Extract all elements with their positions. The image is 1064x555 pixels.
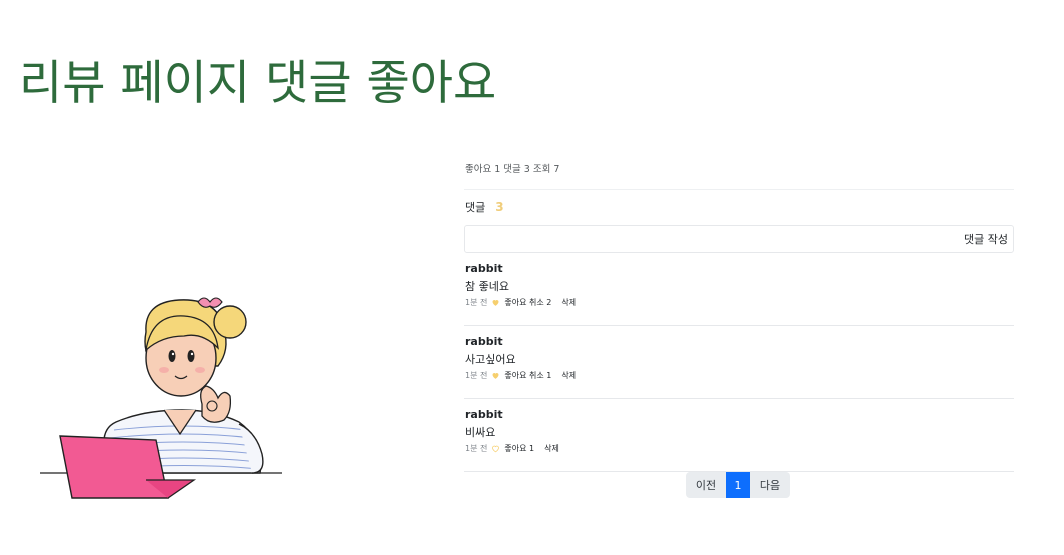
comment-meta: 1분 전 좋아요 취소 1 삭제 <box>465 370 576 381</box>
heart-filled-icon[interactable] <box>491 298 500 307</box>
comment-author: rabbit <box>465 408 503 421</box>
divider <box>464 189 1014 190</box>
unlike-button[interactable]: 좋아요 취소 1 <box>504 370 551 381</box>
comment-meta: 1분 전 좋아요 1 삭제 <box>465 443 559 454</box>
comment-author: rabbit <box>465 335 503 348</box>
write-comment-button[interactable]: 댓글 작성 <box>964 231 1008 247</box>
comment-time: 1분 전 <box>465 444 488 453</box>
heart-filled-icon[interactable] <box>491 371 500 380</box>
review-stats: 좋아요 1 댓글 3 조회 7 <box>465 164 560 175</box>
comments-count: 3 <box>495 200 504 214</box>
woman-laptop-illustration <box>40 297 282 499</box>
page-1-button[interactable]: 1 <box>726 472 750 498</box>
like-button[interactable]: 좋아요 1 <box>504 443 534 454</box>
delete-comment-button[interactable]: 삭제 <box>544 443 559 454</box>
comment-item: rabbit 참 좋네요 1분 전 좋아요 취소 2 삭제 <box>464 253 1014 326</box>
comment-time: 1분 전 <box>465 371 488 380</box>
comment-list: rabbit 참 좋네요 1분 전 좋아요 취소 2 삭제 rabbit 사고싶… <box>464 253 1014 472</box>
page-title: 리뷰 페이지 댓글 좋아요 <box>19 56 497 111</box>
delete-comment-button[interactable]: 삭제 <box>561 370 576 381</box>
comment-meta: 1분 전 좋아요 취소 2 삭제 <box>465 297 576 308</box>
comments-label: 댓글 <box>465 201 486 214</box>
heart-outline-icon[interactable] <box>491 444 500 453</box>
pagination: 이전 1 다음 <box>686 472 790 498</box>
comment-item: rabbit 비싸요 1분 전 좋아요 1 삭제 <box>464 399 1014 472</box>
next-page-button[interactable]: 다음 <box>750 472 790 498</box>
comment-time: 1분 전 <box>465 298 488 307</box>
comments-header: 댓글 3 <box>464 198 1014 216</box>
comment-text: 비싸요 <box>465 426 496 439</box>
comment-text: 참 좋네요 <box>465 280 509 293</box>
comment-text: 사고싶어요 <box>465 353 516 366</box>
comment-input-box[interactable]: 댓글 작성 <box>464 225 1014 253</box>
comment-author: rabbit <box>465 262 503 275</box>
delete-comment-button[interactable]: 삭제 <box>561 297 576 308</box>
review-panel: 좋아요 1 댓글 3 조회 7 댓글 3 댓글 작성 rabbit 참 좋네요 … <box>464 160 1014 472</box>
prev-page-button[interactable]: 이전 <box>686 472 726 498</box>
comment-item: rabbit 사고싶어요 1분 전 좋아요 취소 1 삭제 <box>464 326 1014 399</box>
unlike-button[interactable]: 좋아요 취소 2 <box>504 297 551 308</box>
